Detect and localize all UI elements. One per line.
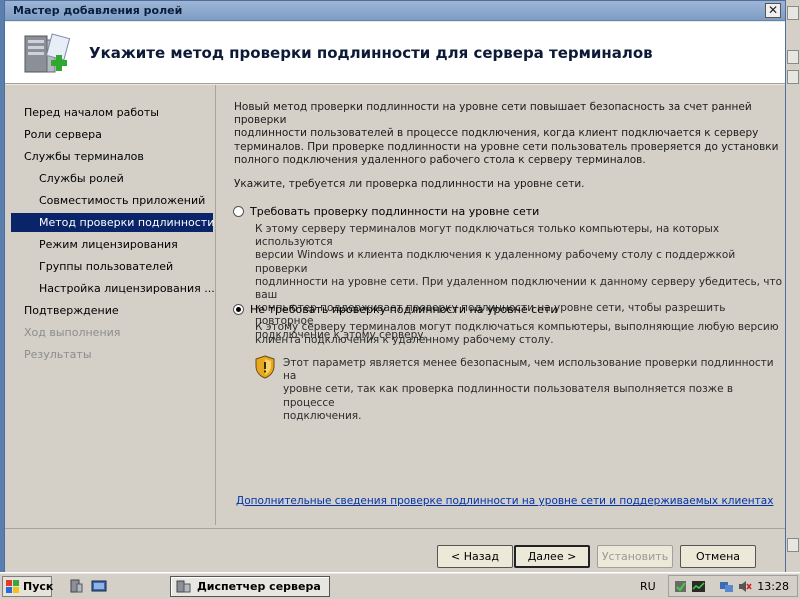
close-icon: ✕ <box>767 3 779 17</box>
window-title: Мастер добавления ролей <box>13 4 183 17</box>
nav-step-results: Результаты <box>24 348 92 361</box>
tray-security-icon[interactable] <box>673 579 688 594</box>
nav-step-licensing-mode[interactable]: Режим лицензирования <box>11 235 213 254</box>
nav-step-licensing-config[interactable]: Настройка лицензирования ... <box>11 279 215 298</box>
wizard-body: Перед началом работы Роли сервера Службы… <box>5 85 785 572</box>
more-info-link[interactable]: Дополнительные сведения проверке подлинн… <box>236 495 773 507</box>
warning-line: подключения. <box>283 409 362 422</box>
intro-line: подлинности пользователей в процессе под… <box>234 127 759 140</box>
nav-step-terminal-services[interactable]: Службы терминалов <box>11 147 213 166</box>
install-button: Установить <box>597 545 673 568</box>
require-nla-label[interactable]: Требовать проверку подлинности на уровне… <box>250 205 539 218</box>
server-manager-icon <box>176 580 191 593</box>
description-line: клиента подключения к удаленному рабочем… <box>255 334 554 347</box>
title-bar[interactable]: Мастер добавления ролей ✕ <box>5 1 785 21</box>
close-button[interactable]: ✕ <box>765 3 781 18</box>
cancel-button[interactable]: Отмена <box>680 545 756 568</box>
description-line: версии Windows и клиента подключения к у… <box>255 249 736 275</box>
warning-line: Этот параметр является менее безопасным,… <box>283 357 774 383</box>
require-nla-radio[interactable] <box>233 206 244 217</box>
next-button[interactable]: Далее > <box>514 545 590 568</box>
tray-network-icon[interactable] <box>719 579 734 594</box>
wizard-steps-nav: Перед началом работы Роли сервера Службы… <box>11 93 215 525</box>
question-text: Укажите, требуется ли проверка подлиннос… <box>234 178 585 190</box>
wizard-header: Укажите метод проверки подлинности для с… <box>5 22 785 84</box>
taskbar: Пуск Диспетчер сервера RU 13:28 <box>0 572 800 599</box>
background-scroll-button[interactable] <box>787 50 799 64</box>
nav-step-progress: Ход выполнения <box>24 326 121 339</box>
intro-line: терминалов. При проверке подлинности на … <box>234 140 779 153</box>
warning-line: уровне сети, так как проверка подлинност… <box>283 383 734 409</box>
system-tray: 13:28 <box>668 575 798 597</box>
nav-step-server-roles[interactable]: Роли сервера <box>11 125 213 144</box>
taskbar-item-server-manager[interactable]: Диспетчер сервера <box>170 576 330 597</box>
no-nla-description: К этому серверу терминалов могут подключ… <box>255 321 779 347</box>
description-line: подлинности на уровне сети. При удаленно… <box>255 275 783 302</box>
background-scroll-button[interactable] <box>787 538 799 552</box>
clock[interactable]: 13:28 <box>757 580 789 593</box>
description-line: К этому серверу терминалов могут подключ… <box>255 223 720 249</box>
start-label: Пуск <box>23 580 54 593</box>
language-indicator[interactable]: RU <box>640 580 656 593</box>
no-nla-radio[interactable] <box>233 304 244 315</box>
nav-step-authentication-method[interactable]: Метод проверки подлинности <box>11 213 214 232</box>
nav-step-before-you-begin[interactable]: Перед началом работы <box>11 103 213 122</box>
nav-step-confirmation[interactable]: Подтверждение <box>11 301 213 320</box>
start-button[interactable]: Пуск <box>2 576 54 597</box>
no-nla-label[interactable]: Не требовать проверку подлинности на уро… <box>250 303 558 316</box>
tray-volume-muted-icon[interactable] <box>737 579 752 594</box>
intro-line: полного подключения удаленного рабочего … <box>234 153 646 166</box>
taskbar-item-label: Диспетчер сервера <box>197 580 321 593</box>
wizard-button-row: < Назад Далее > Установить Отмена <box>5 528 785 572</box>
windows-logo-icon <box>6 580 19 593</box>
security-warning-text: Этот параметр является менее безопасным,… <box>283 357 785 423</box>
security-warning-shield-icon <box>255 355 275 379</box>
server-add-role-icon <box>24 33 71 73</box>
background-scroll-button[interactable] <box>787 70 799 84</box>
add-roles-wizard-window: Мастер добавления ролей ✕ Укажите метод … <box>4 0 786 572</box>
show-desktop-icon[interactable] <box>91 578 107 594</box>
radio-selected-dot <box>236 307 241 312</box>
intro-line: Новый метод проверки подлинности на уров… <box>234 101 752 127</box>
back-button[interactable]: < Назад <box>437 545 513 568</box>
background-window-edge <box>784 0 800 572</box>
description-line: К этому серверу терминалов могут подключ… <box>255 321 779 333</box>
page-heading: Укажите метод проверки подлинности для с… <box>89 44 653 62</box>
nav-step-user-groups[interactable]: Группы пользователей <box>11 257 213 276</box>
intro-text: Новый метод проверки подлинности на уров… <box>234 101 785 167</box>
wizard-content: Новый метод проверки подлинности на уров… <box>215 85 785 525</box>
nav-step-app-compatibility[interactable]: Совместимость приложений <box>11 191 213 210</box>
background-close-button[interactable] <box>787 6 799 20</box>
nav-step-role-services[interactable]: Службы ролей <box>11 169 213 188</box>
server-manager-quicklaunch-icon[interactable] <box>68 578 84 594</box>
tray-performance-icon[interactable] <box>691 579 706 594</box>
